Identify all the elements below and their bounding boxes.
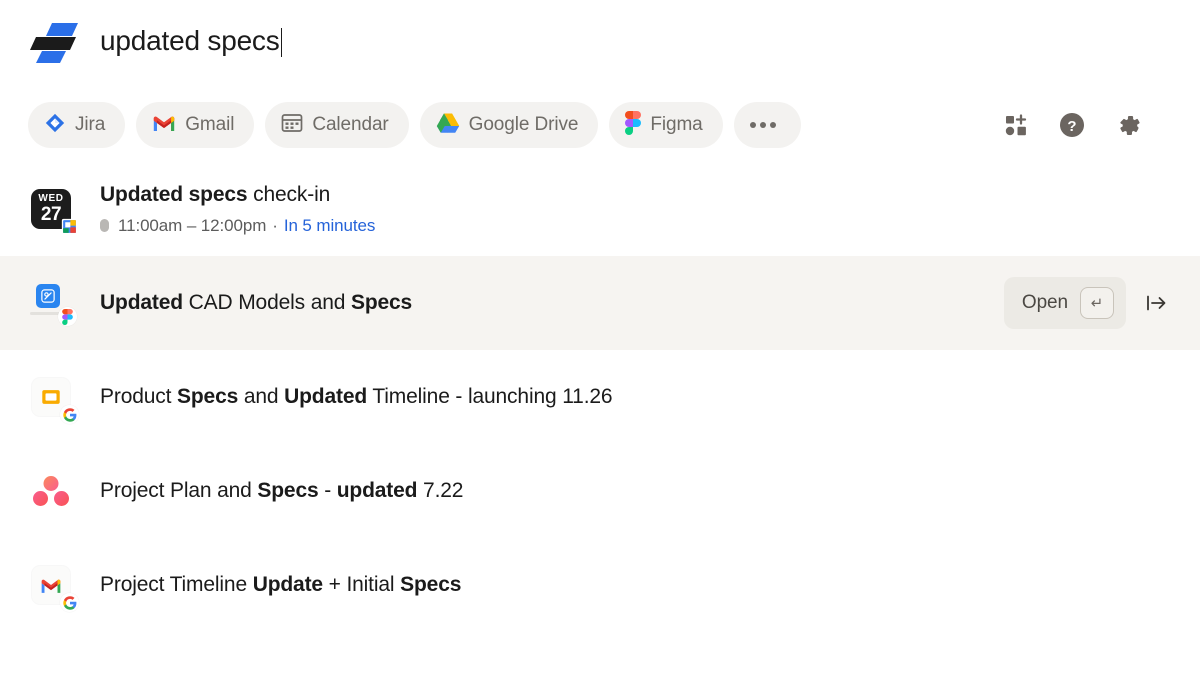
toolbar-actions: ? <box>1002 111 1172 139</box>
result-title-part: check-in <box>247 183 330 206</box>
search-input-value: updated specs <box>100 27 280 55</box>
result-body: Updated CAD Models and Specs <box>100 290 1004 316</box>
result-title-part: - <box>319 479 337 502</box>
filter-pill-more[interactable] <box>734 102 801 148</box>
search-bar: updated specs <box>0 0 1200 82</box>
open-button[interactable]: Open ↵ <box>1004 277 1126 329</box>
result-title-part: Specs <box>351 291 412 314</box>
settings-gear-icon[interactable] <box>1114 111 1142 139</box>
result-title-part: Updated <box>284 385 367 408</box>
result-title: Product Specs and Updated Timeline - lau… <box>100 384 1172 410</box>
result-title: Updated specs check-in <box>100 182 1172 208</box>
result-title-part: Updated <box>100 291 183 314</box>
filter-pill-jira[interactable]: Jira <box>28 102 125 148</box>
figma-file-tile <box>36 284 60 308</box>
result-row-gmail-message[interactable]: Project Timeline Update + Initial Specs <box>0 538 1200 632</box>
asana-icon <box>28 468 74 514</box>
help-icon[interactable]: ? <box>1058 111 1086 139</box>
event-time-range: 11:00am – 12:00pm <box>118 216 266 236</box>
google-calendar-tile: WED 27 <box>28 186 74 232</box>
result-title-part: Updated specs <box>100 183 247 206</box>
google-calendar-badge-icon <box>60 217 79 236</box>
result-body: Project Timeline Update + Initial Specs <box>100 572 1172 598</box>
result-title-part: Product <box>100 385 177 408</box>
gmail-message-icon <box>28 562 74 608</box>
search-results-list: WED 27 Updated specs check-in <box>0 162 1200 632</box>
filter-pill-gmail[interactable]: Gmail <box>136 102 254 148</box>
google-badge-icon <box>60 593 79 612</box>
result-subtitle: 11:00am – 12:00pm · In 5 minutes <box>100 216 1172 236</box>
result-actions: Open ↵ <box>1004 277 1172 329</box>
result-title-part: + Initial <box>323 573 400 596</box>
event-color-indicator <box>100 219 109 232</box>
filter-pill-label: Google Drive <box>469 114 579 136</box>
move-to-icon[interactable] <box>1140 292 1172 314</box>
result-row-figma-file[interactable]: Updated CAD Models and Specs Open ↵ <box>0 256 1200 350</box>
add-app-icon[interactable] <box>1002 111 1030 139</box>
result-row-calendar-event[interactable]: WED 27 Updated specs check-in <box>0 162 1200 256</box>
result-title-part: updated <box>337 479 418 502</box>
google-badge-icon <box>60 405 79 424</box>
filter-pill-label: Calendar <box>312 114 388 136</box>
filter-bar: Jira <box>0 94 1200 156</box>
filter-pill-google-drive[interactable]: Google Drive <box>420 102 599 148</box>
figma-icon <box>625 111 641 140</box>
filter-pill-label: Figma <box>650 114 702 136</box>
result-title: Project Timeline Update + Initial Specs <box>100 572 1172 598</box>
result-title-part: Update <box>253 573 323 596</box>
calendar-day-label: WED <box>38 194 63 204</box>
figma-file-thumbnail <box>28 280 74 326</box>
event-relative-time: In 5 minutes <box>284 216 375 236</box>
result-title: Project Plan and Specs - updated 7.22 <box>100 478 1172 504</box>
jira-icon <box>44 112 66 139</box>
result-title-part: Specs <box>257 479 318 502</box>
result-body: Project Plan and Specs - updated 7.22 <box>100 478 1172 504</box>
result-title-part: Specs <box>177 385 238 408</box>
result-title-part: Specs <box>400 573 461 596</box>
app-logo <box>28 19 82 63</box>
result-body: Product Specs and Updated Timeline - lau… <box>100 384 1172 410</box>
result-row-asana-task[interactable]: Project Plan and Specs - updated 7.22 <box>0 444 1200 538</box>
result-title-part: Project Plan and <box>100 479 257 502</box>
result-title-part: Timeline - launching 11.26 <box>367 385 612 408</box>
filter-pill-label: Gmail <box>185 114 234 136</box>
svg-text:?: ? <box>1067 118 1076 135</box>
filter-pill-calendar[interactable]: Calendar <box>265 102 408 148</box>
result-title: Updated CAD Models and Specs <box>100 290 1004 316</box>
google-drive-icon <box>436 112 460 139</box>
filter-pill-label: Jira <box>75 114 105 136</box>
result-title-part: 7.22 <box>417 479 463 502</box>
subtitle-separator: · <box>272 216 278 236</box>
filter-pill-figma[interactable]: Figma <box>609 102 722 148</box>
open-button-label: Open <box>1022 292 1068 314</box>
calendar-day-number: 27 <box>41 205 61 224</box>
result-title-part: Project Timeline <box>100 573 253 596</box>
search-overlay-window: updated specs Jira <box>0 0 1200 675</box>
ellipsis-icon <box>750 122 776 128</box>
result-title-part: and <box>238 385 284 408</box>
text-caret <box>281 28 283 57</box>
result-body: Updated specs check-in 11:00am – 12:00pm… <box>100 182 1172 235</box>
calendar-icon <box>281 112 303 139</box>
result-title-part: CAD Models and <box>183 291 351 314</box>
result-row-google-slides[interactable]: Product Specs and Updated Timeline - lau… <box>0 350 1200 444</box>
figma-badge-icon <box>58 307 77 326</box>
search-input[interactable]: updated specs <box>100 17 1200 65</box>
gmail-icon <box>152 114 176 137</box>
enter-key-icon: ↵ <box>1080 287 1114 319</box>
google-slides-icon <box>28 374 74 420</box>
